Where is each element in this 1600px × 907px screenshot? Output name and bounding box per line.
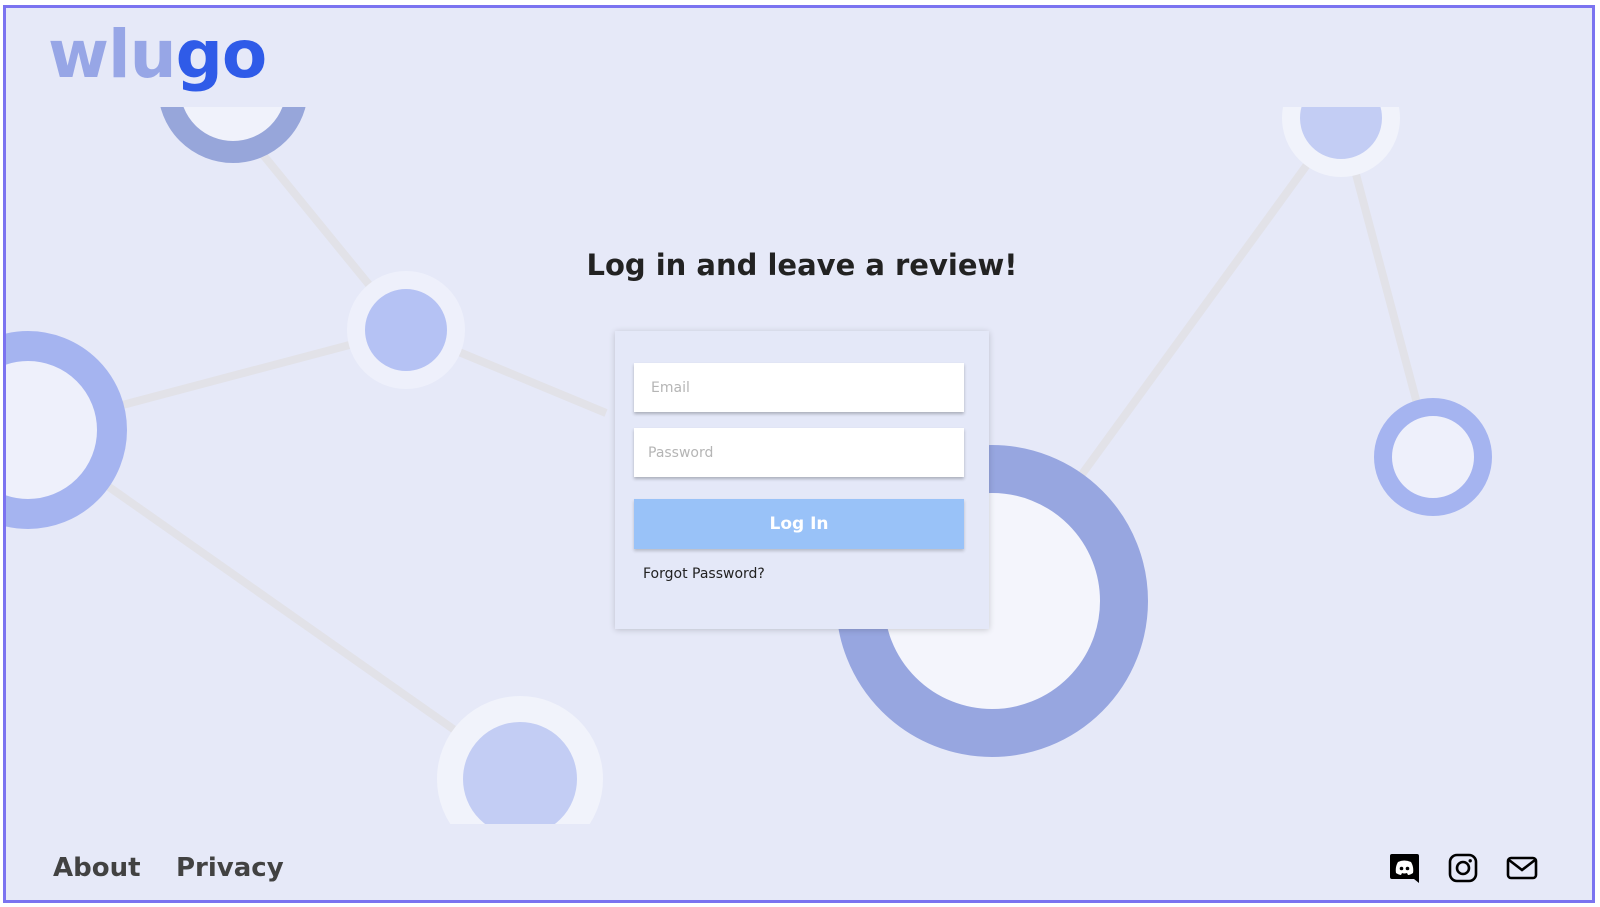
instagram-icon[interactable] <box>1447 852 1479 884</box>
wlugo-logo[interactable]: wlugo <box>48 22 267 88</box>
login-card: Log In Forgot Password? <box>615 331 989 629</box>
footer-privacy-link[interactable]: Privacy <box>176 853 284 883</box>
discord-icon[interactable] <box>1389 852 1421 884</box>
password-input[interactable] <box>634 428 964 477</box>
logo-part-wlu: wlu <box>48 16 177 93</box>
log-in-button[interactable]: Log In <box>634 499 964 549</box>
mail-icon[interactable] <box>1506 852 1538 884</box>
page-frame: wlugo Log in and leave a review! Log In … <box>3 5 1595 903</box>
forgot-password-link[interactable]: Forgot Password? <box>643 566 765 582</box>
page-title: Log in and leave a review! <box>586 248 1018 282</box>
footer-about-link[interactable]: About <box>53 853 141 883</box>
email-input[interactable] <box>634 363 964 412</box>
logo-part-go: go <box>175 16 268 93</box>
